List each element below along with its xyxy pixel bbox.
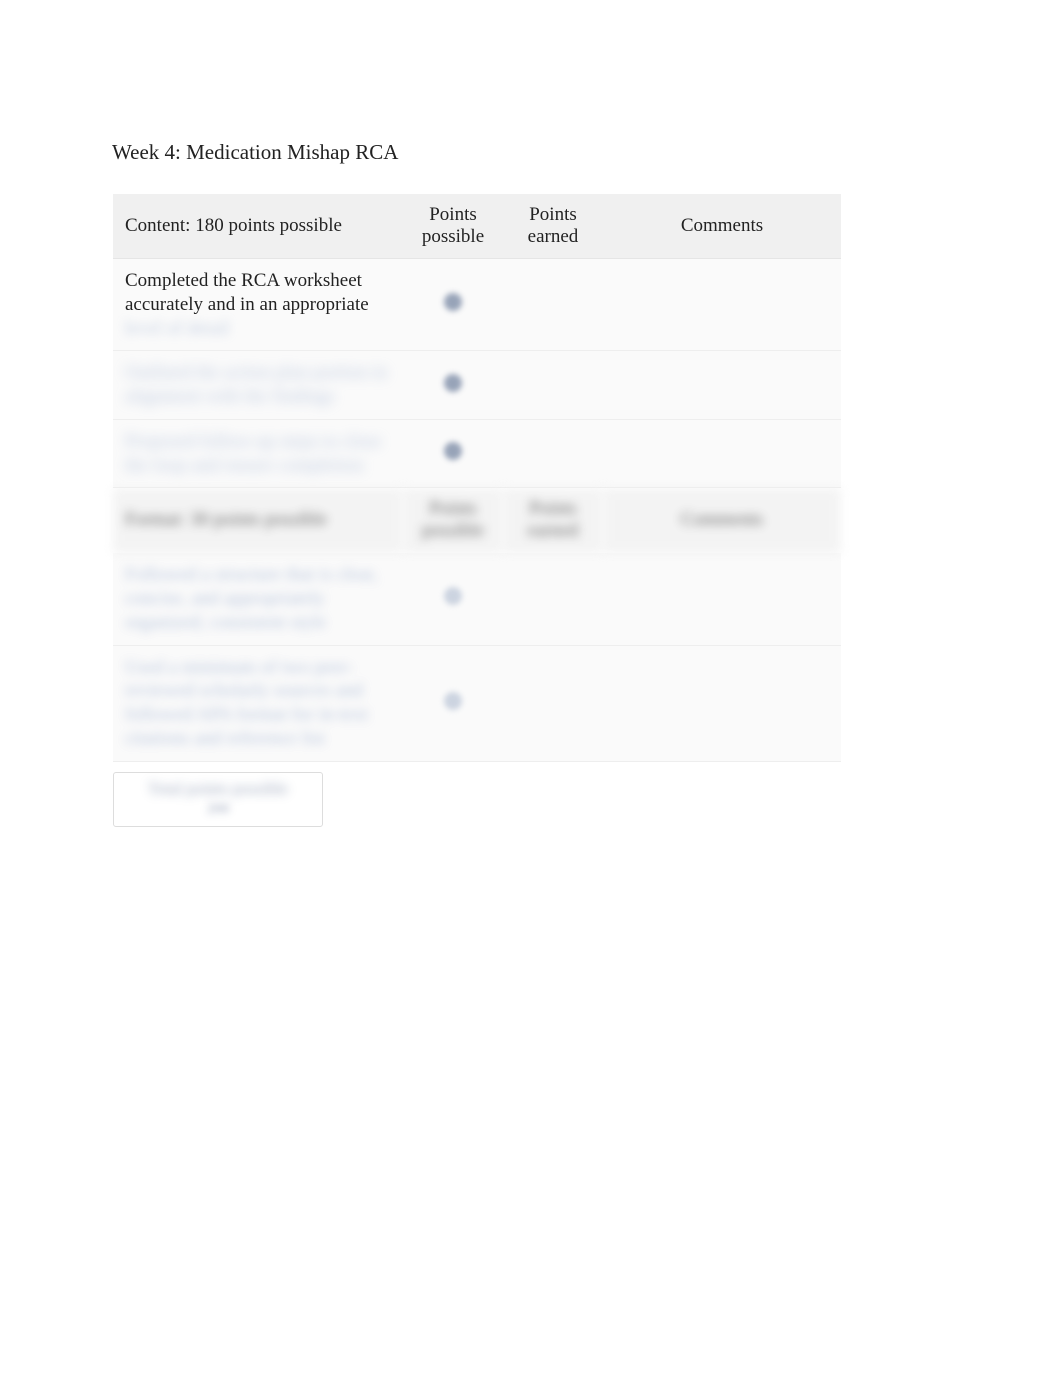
- points-earned-cell: [503, 646, 603, 762]
- criterion-blurred-text: Used a minimum of two peer-reviewed scho…: [125, 657, 368, 749]
- section2-header-desc: Format: 30 points possible: [113, 488, 403, 553]
- table-row: Outlined the action plan portion in alig…: [113, 351, 841, 420]
- table-row: Followed a structure that is clear, conc…: [113, 553, 841, 645]
- criterion-line2: accurately and in an appropriate: [125, 293, 391, 317]
- section2-header-row: Format: 30 points possible Points possib…: [113, 488, 841, 553]
- criterion-desc: Followed a structure that is clear, conc…: [113, 553, 403, 645]
- points-possible-cell: [403, 259, 503, 351]
- section2-header-points-possible: Points possible: [403, 488, 503, 553]
- comments-cell: [603, 351, 841, 420]
- points-earned-cell: [503, 259, 603, 351]
- rubric-table: Content: 180 points possible Points poss…: [113, 194, 841, 762]
- rubric-table-wrap: Content: 180 points possible Points poss…: [112, 193, 962, 828]
- points-possible-cell: [403, 646, 503, 762]
- section1-header-points-earned: Points earned: [503, 194, 603, 259]
- table-row: Completed the RCA worksheet accurately a…: [113, 259, 841, 351]
- total-points-value: 200: [122, 801, 314, 818]
- comments-cell: [603, 420, 841, 489]
- criterion-line1: Completed the RCA worksheet: [125, 269, 391, 293]
- section1-header-row: Content: 180 points possible Points poss…: [113, 194, 841, 259]
- criterion-blurred-text: Followed a structure that is clear, conc…: [125, 564, 378, 633]
- section2-header-comments: Comments: [603, 488, 841, 553]
- criterion-desc: Completed the RCA worksheet accurately a…: [113, 259, 403, 351]
- points-earned-cell: [503, 553, 603, 645]
- points-earned-cell: [503, 420, 603, 489]
- blurred-value-icon: [444, 692, 462, 710]
- criterion-desc: Used a minimum of two peer-reviewed scho…: [113, 646, 403, 762]
- total-points-box: Total points possible 200: [113, 772, 323, 827]
- table-row: Used a minimum of two peer-reviewed scho…: [113, 646, 841, 762]
- criterion-line3-blurred: level of detail: [125, 317, 391, 341]
- blurred-value-icon: [444, 587, 462, 605]
- comments-cell: [603, 646, 841, 762]
- criterion-blurred-text: Outlined the action plan portion in alig…: [125, 362, 387, 407]
- page-title: Week 4: Medication Mishap RCA: [112, 140, 962, 165]
- section2-header-points-earned: Points earned: [503, 488, 603, 553]
- total-points-label: Total points possible: [122, 779, 314, 799]
- blurred-value-icon: [444, 293, 462, 311]
- points-earned-cell: [503, 351, 603, 420]
- table-row: Proposed follow-up steps to close the lo…: [113, 420, 841, 489]
- points-possible-cell: [403, 351, 503, 420]
- points-possible-cell: [403, 420, 503, 489]
- section1-header-points-possible: Points possible: [403, 194, 503, 259]
- criterion-blurred-text: Proposed follow-up steps to close the lo…: [125, 431, 381, 476]
- criterion-desc: Proposed follow-up steps to close the lo…: [113, 420, 403, 489]
- comments-cell: [603, 259, 841, 351]
- blurred-value-icon: [444, 442, 462, 460]
- comments-cell: [603, 553, 841, 645]
- points-possible-cell: [403, 553, 503, 645]
- section1-header-comments: Comments: [603, 194, 841, 259]
- blurred-value-icon: [444, 374, 462, 392]
- criterion-desc: Outlined the action plan portion in alig…: [113, 351, 403, 420]
- section1-header-desc: Content: 180 points possible: [113, 194, 403, 259]
